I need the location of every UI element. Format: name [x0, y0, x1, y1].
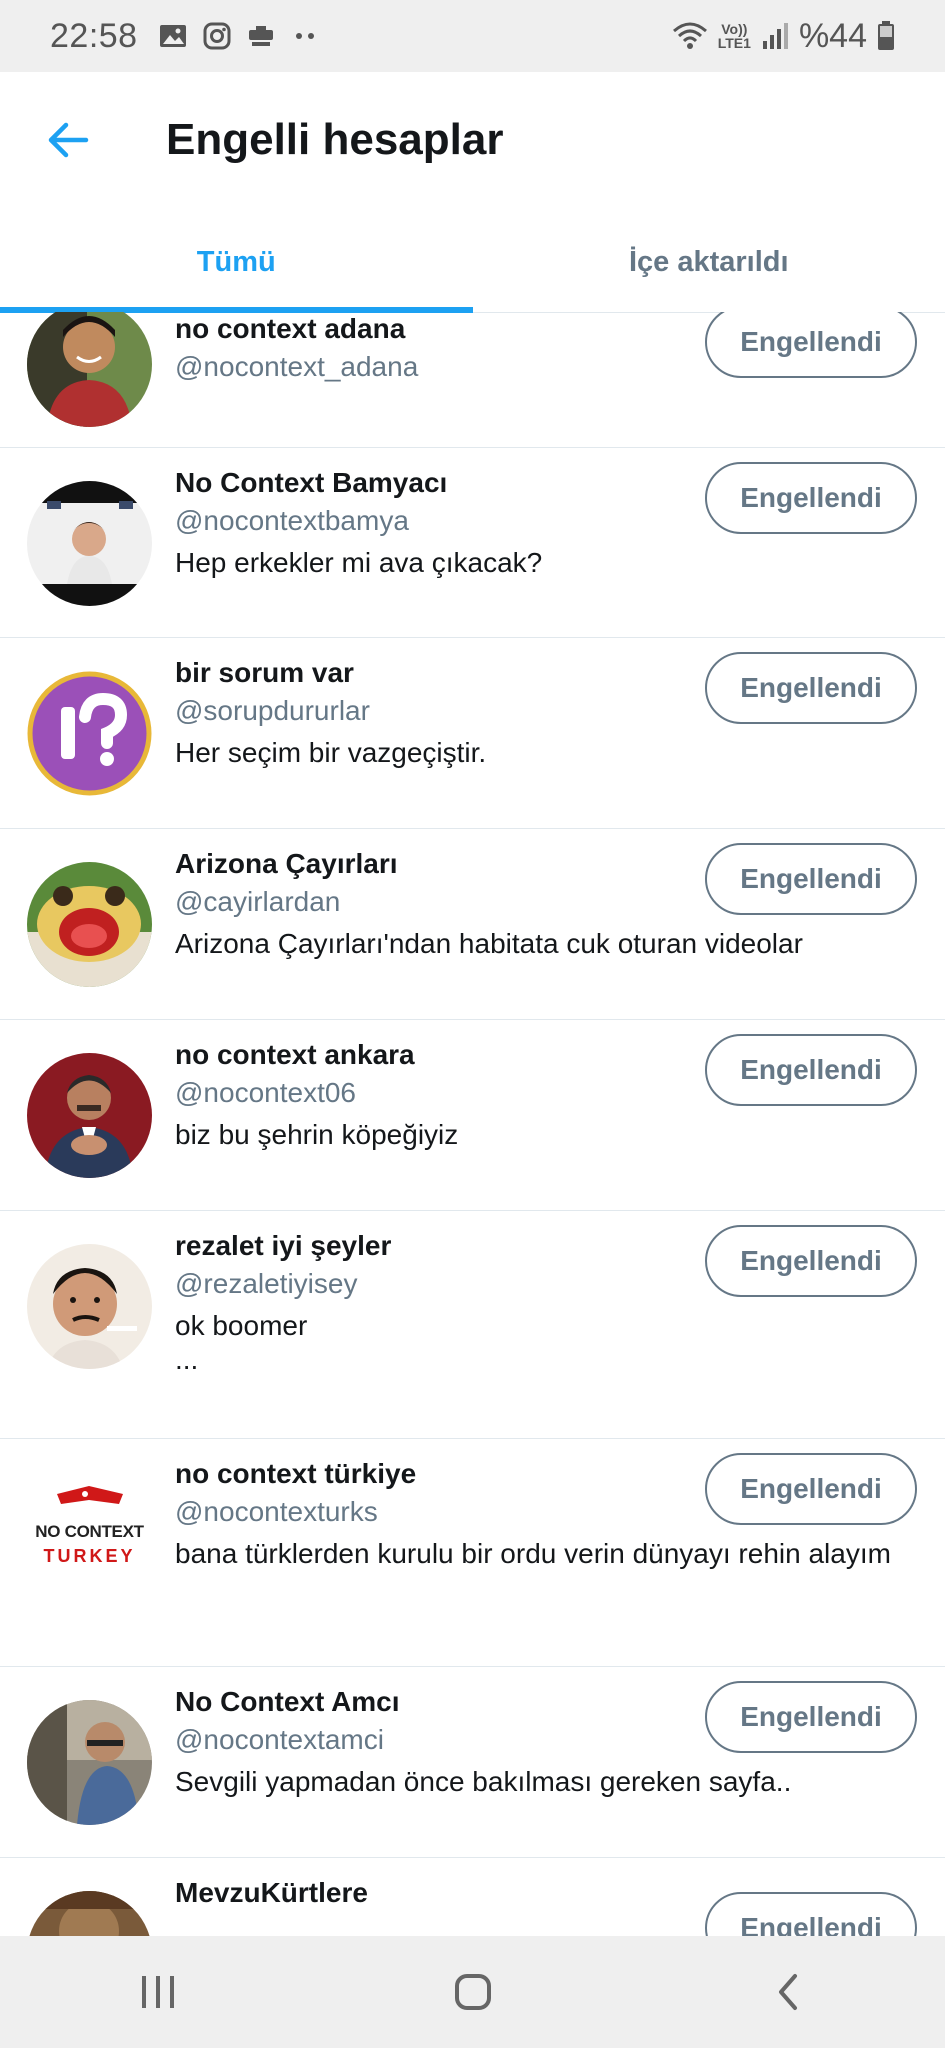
page-title: Engelli hesaplar [166, 115, 504, 164]
recent-apps-icon [141, 1976, 174, 2008]
system-back-button[interactable] [743, 1947, 833, 2037]
avatar[interactable]: NO CONTEXT TURKEY [27, 1472, 152, 1597]
system-nav-bar [0, 1936, 945, 2048]
account-bio: Hep erkekler mi ava çıkacak? [175, 547, 543, 578]
status-bar: 22:58 Vo)) LTE1 %44 [0, 0, 945, 72]
home-icon [454, 1974, 491, 2010]
blocked-button[interactable]: Engellendi [705, 652, 917, 724]
avatar[interactable] [27, 1891, 152, 1936]
blocked-button[interactable]: Engellendi [705, 312, 917, 378]
more-notifications-icon [295, 33, 314, 39]
signal-icon [762, 23, 788, 49]
list-item[interactable]: Arizona Çayırları @cayirlardan Arizona Ç… [0, 829, 945, 1020]
tab-bar: Tümü İçe aktarıldı [0, 212, 945, 313]
account-handle: @rezaletiyisey [175, 1268, 358, 1299]
blocked-button[interactable]: Engellendi [705, 1892, 917, 1936]
blocked-button[interactable]: Engellendi [705, 462, 917, 534]
instagram-icon [203, 22, 231, 50]
account-handle: @nocontextbamya [175, 505, 409, 536]
account-name: MevzuKürtlere [175, 1877, 368, 1908]
blocked-button[interactable]: Engellendi [705, 1681, 917, 1753]
account-name: no context adana [175, 313, 406, 344]
wifi-icon [672, 22, 707, 49]
list-item[interactable]: No Context Amcı @nocontextamci Sevgili y… [0, 1667, 945, 1858]
avatar[interactable] [27, 1700, 152, 1825]
home-button[interactable] [428, 1947, 518, 2037]
list-item[interactable]: rezalet iyi şeyler @rezaletiyisey ok boo… [0, 1211, 945, 1439]
arrow-left-icon [48, 122, 89, 158]
avatar[interactable] [27, 862, 152, 987]
account-handle: @sorupdururlar [175, 695, 370, 726]
account-bio: bana türklerden kurulu bir ordu verin dü… [175, 1538, 891, 1569]
logo-text-top: NO CONTEXT [35, 1522, 144, 1541]
account-bio: Sevgili yapmadan önce bakılması gereken … [175, 1766, 792, 1797]
account-bio: biz bu şehrin köpeğiyiz [175, 1119, 459, 1150]
avatar[interactable] [27, 671, 152, 796]
recent-apps-button[interactable] [113, 1947, 203, 2037]
account-name: bir sorum var [175, 657, 354, 688]
logo-text-bottom: TURKEY [43, 1546, 136, 1566]
account-bio: ok boomer [175, 1310, 308, 1341]
network-type: Vo)) LTE1 [717, 21, 751, 51]
blocked-button[interactable]: Engellendi [705, 1225, 917, 1297]
avatar[interactable] [27, 312, 152, 427]
account-name: no context ankara [175, 1039, 415, 1070]
avatar[interactable] [27, 1244, 152, 1369]
account-handle: @nocontext06 [175, 1077, 356, 1108]
account-name: No Context Bamyacı [175, 467, 448, 498]
back-button[interactable] [40, 112, 96, 168]
cast-icon [248, 26, 273, 46]
list-item[interactable]: no context adana @nocontext_adana Engell… [0, 312, 945, 448]
list-item[interactable]: MevzuKürtlere Engellendi [0, 1858, 945, 1936]
list-item[interactable]: bir sorum var @sorupdururlar Her seçim b… [0, 638, 945, 829]
gallery-icon [159, 25, 186, 47]
back-chevron-icon [778, 1974, 797, 2010]
account-name: rezalet iyi şeyler [175, 1230, 392, 1261]
avatar[interactable] [27, 481, 152, 606]
bio-ellipsis: ... [175, 1344, 199, 1375]
account-bio: Arizona Çayırları'ndan habitata cuk otur… [175, 928, 803, 959]
battery-percent: %44 [798, 16, 867, 55]
blocked-accounts-list: no context adana @nocontext_adana Engell… [0, 312, 945, 1936]
app-header: Engelli hesaplar [0, 72, 945, 212]
blocked-button[interactable]: Engellendi [705, 1453, 917, 1525]
list-item[interactable]: No Context Bamyacı @nocontextbamya Hep e… [0, 448, 945, 638]
battery-icon [878, 21, 894, 50]
blocked-button[interactable]: Engellendi [705, 843, 917, 915]
tab-imported[interactable]: İçe aktarıldı [473, 212, 945, 312]
account-handle: @nocontext_adana [175, 351, 419, 382]
blocked-button[interactable]: Engellendi [705, 1034, 917, 1106]
list-item[interactable]: NO CONTEXT TURKEY no context türkiye @no… [0, 1439, 945, 1667]
tab-all[interactable]: Tümü [0, 212, 473, 313]
list-item[interactable]: no context ankara @nocontext06 biz bu şe… [0, 1020, 945, 1211]
status-time: 22:58 [50, 16, 138, 55]
account-bio: Her seçim bir vazgeçiştir. [175, 737, 487, 768]
avatar[interactable] [27, 1053, 152, 1178]
